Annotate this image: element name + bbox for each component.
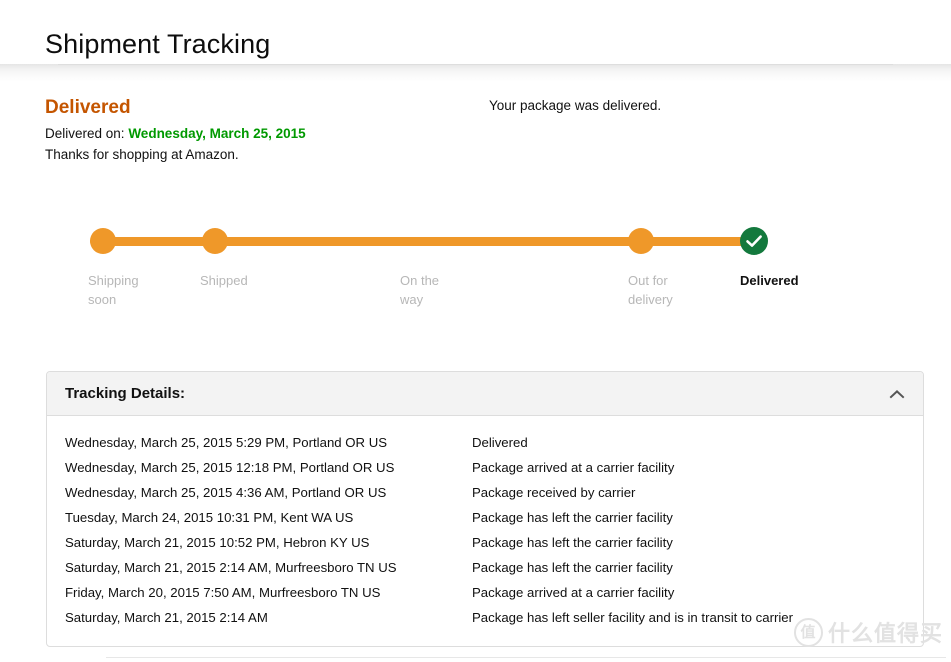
tracking-details-header[interactable]: Tracking Details: (47, 372, 923, 416)
tracking-details-list: Wednesday, March 25, 2015 5:29 PM, Portl… (47, 416, 923, 646)
shipment-progress-tracker: Shipping soon Shipped On the way Out for… (0, 215, 951, 330)
check-icon (746, 235, 762, 247)
delivered-on-label: Delivered on: (45, 126, 125, 141)
progress-dot-delivered (740, 227, 768, 255)
watermark: 值 什么值得买 (793, 616, 943, 648)
table-row: Saturday, March 21, 2015 2:14 AM Package… (47, 605, 923, 630)
delivered-on-line: Delivered on: Wednesday, March 25, 2015 (45, 124, 465, 143)
tracking-details-title: Tracking Details: (65, 385, 186, 402)
detail-timestamp: Wednesday, March 25, 2015 12:18 PM, Port… (65, 460, 395, 475)
detail-status: Package arrived at a carrier facility (472, 460, 675, 475)
progress-bar-track (90, 237, 762, 246)
progress-dot-out-for-delivery (628, 228, 654, 254)
header-divider-line (58, 64, 893, 65)
progress-label-shipped: Shipped (200, 273, 248, 288)
table-row: Saturday, March 21, 2015 10:52 PM, Hebro… (47, 530, 923, 555)
progress-label-on-the-way: On the way (400, 273, 440, 307)
progress-label-shipping-soon: Shipping soon (88, 273, 139, 307)
tracking-details-panel: Tracking Details: Wednesday, March 25, 2… (46, 371, 924, 647)
table-row: Friday, March 20, 2015 7:50 AM, Murfrees… (47, 580, 923, 605)
delivery-note: Your package was delivered. (489, 98, 662, 113)
progress-dot-shipped (202, 228, 228, 254)
progress-dot-shipping-soon (90, 228, 116, 254)
page-bottom-divider (106, 657, 946, 658)
shipment-status-summary: Delivered Delivered on: Wednesday, March… (45, 96, 465, 164)
table-row: Wednesday, March 25, 2015 4:36 AM, Portl… (47, 480, 923, 505)
detail-timestamp: Tuesday, March 24, 2015 10:31 PM, Kent W… (65, 510, 354, 525)
detail-timestamp: Saturday, March 21, 2015 2:14 AM, Murfre… (65, 560, 397, 575)
detail-status: Delivered (472, 435, 528, 450)
watermark-badge: 值 (793, 617, 823, 647)
detail-status: Package has left the carrier facility (472, 535, 673, 550)
watermark-text: 什么值得买 (827, 621, 943, 646)
detail-status: Package has left seller facility and is … (472, 610, 794, 625)
status-headline: Delivered (45, 97, 131, 118)
progress-label-delivered: Delivered (740, 273, 799, 288)
detail-timestamp: Saturday, March 21, 2015 10:52 PM, Hebro… (65, 535, 370, 550)
detail-status: Package has left the carrier facility (472, 510, 673, 525)
thanks-message: Thanks for shopping at Amazon. (45, 147, 239, 162)
chevron-up-icon[interactable] (889, 389, 905, 399)
detail-status: Package arrived at a carrier facility (472, 585, 675, 600)
detail-timestamp: Wednesday, March 25, 2015 4:36 AM, Portl… (65, 485, 387, 500)
delivered-on-date: Wednesday, March 25, 2015 (128, 126, 306, 141)
page-title: Shipment Tracking (45, 29, 271, 60)
table-row: Tuesday, March 24, 2015 10:31 PM, Kent W… (47, 505, 923, 530)
table-row: Wednesday, March 25, 2015 12:18 PM, Port… (47, 455, 923, 480)
progress-label-out-for-delivery: Out for delivery (628, 273, 673, 307)
header-divider-shadow (0, 64, 951, 82)
detail-timestamp: Friday, March 20, 2015 7:50 AM, Murfrees… (65, 585, 381, 600)
detail-timestamp: Wednesday, March 25, 2015 5:29 PM, Portl… (65, 435, 388, 450)
detail-status: Package received by carrier (472, 485, 636, 500)
table-row: Saturday, March 21, 2015 2:14 AM, Murfre… (47, 555, 923, 580)
table-row: Wednesday, March 25, 2015 5:29 PM, Portl… (47, 430, 923, 455)
detail-timestamp: Saturday, March 21, 2015 2:14 AM (65, 610, 268, 625)
detail-status: Package has left the carrier facility (472, 560, 673, 575)
